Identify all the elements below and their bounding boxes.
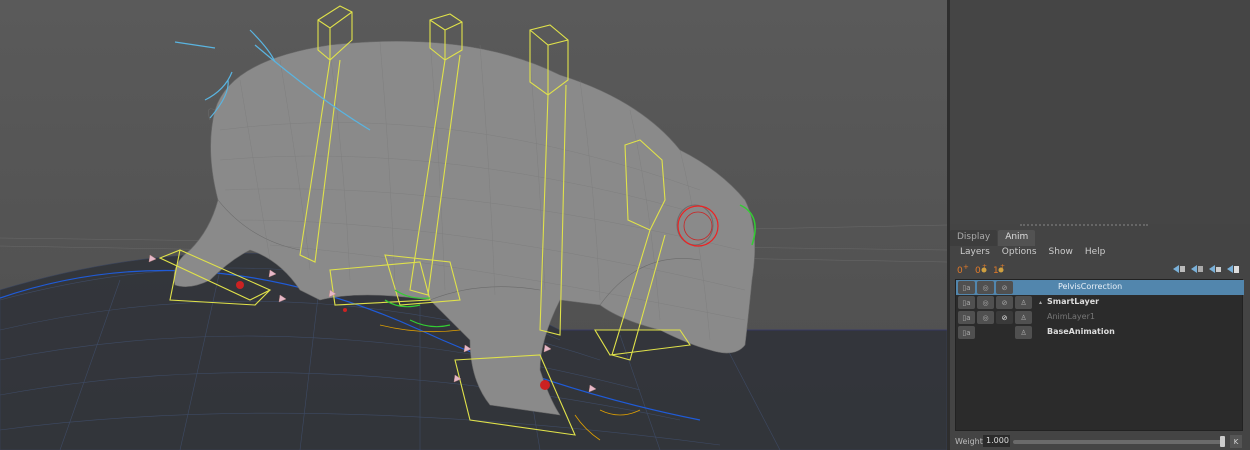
viewport-3d[interactable] <box>0 0 947 450</box>
layer-row-pelviscorrection[interactable]: ▯a ◎ ⊘ PelvisCorrection <box>956 280 1244 295</box>
mute-icon[interactable]: ⊘ <box>996 296 1013 309</box>
ghost-icon[interactable]: ♙ <box>1015 296 1032 309</box>
new-override-layer-icon[interactable]: 1 + <box>992 263 1006 275</box>
layer-name: PelvisCorrection <box>1058 282 1123 291</box>
select-objects-icon[interactable] <box>1208 263 1222 275</box>
move-layer-down-icon[interactable] <box>1190 263 1204 275</box>
ghost-icon[interactable]: ♙ <box>1015 311 1032 324</box>
scene-render <box>0 5 947 450</box>
svg-text:+: + <box>982 263 987 270</box>
new-empty-layer-icon[interactable]: 0 + <box>956 263 970 275</box>
lock-icon[interactable]: ▯a <box>958 311 975 324</box>
lock-icon[interactable]: ▯a <box>958 296 975 309</box>
move-layer-up-icon[interactable] <box>1172 263 1186 275</box>
solo-icon[interactable]: ◎ <box>977 311 994 324</box>
layer-name: AnimLayer1 <box>1047 312 1095 321</box>
svg-text:+: + <box>963 263 969 271</box>
layer-name: BaseAnimation <box>1047 327 1115 336</box>
lock-icon[interactable]: ▯a <box>958 326 975 339</box>
layer-toolbar: 0 + 0 + 1 + <box>950 263 1250 277</box>
menu-options[interactable]: Options <box>1002 247 1037 257</box>
solo-icon[interactable]: ◎ <box>977 296 994 309</box>
layer-editor-menubar: Layers Options Show Help <box>960 247 1105 257</box>
mute-icon[interactable]: ⊘ <box>996 311 1013 324</box>
weight-slider-fill <box>1013 440 1225 444</box>
weight-bar: Weight 1.000 K <box>950 433 1250 450</box>
solo-icon[interactable]: ◎ <box>977 281 994 294</box>
weight-label: Weight <box>955 437 983 446</box>
layer-name: SmartLayer <box>1047 297 1100 306</box>
svg-text:0: 0 <box>975 266 981 275</box>
svg-text:1: 1 <box>993 266 999 275</box>
weight-slider[interactable] <box>1013 436 1225 447</box>
layer-row-baseanimation[interactable]: ▯a ♙ BaseAnimation <box>956 325 1244 340</box>
menu-show[interactable]: Show <box>1049 247 1073 257</box>
layer-row-animlayer1[interactable]: ▯a ◎ ⊘ ♙ AnimLayer1 <box>956 310 1244 325</box>
layer-list[interactable]: ▯a ◎ ⊘ PelvisCorrection ▯a ◎ ⊘ ♙ ▴ Smart… <box>955 279 1244 431</box>
weight-field[interactable]: 1.000 <box>983 435 1010 447</box>
collapse-arrow-icon[interactable]: ▴ <box>1039 299 1042 306</box>
tab-anim[interactable]: Anim <box>998 230 1036 246</box>
layer-editor: Display Anim Layers Options Show Help 0 +… <box>950 228 1250 450</box>
new-layer-from-selected-icon[interactable]: 0 + <box>974 263 988 275</box>
svg-text:+: + <box>1000 263 1005 270</box>
mute-icon[interactable]: ⊘ <box>996 281 1013 294</box>
key-weight-button[interactable]: K <box>1230 435 1242 448</box>
lock-icon[interactable]: ▯a <box>958 281 975 294</box>
menu-layers[interactable]: Layers <box>960 247 990 257</box>
side-panel-top <box>950 0 1250 224</box>
weight-slider-handle[interactable] <box>1220 436 1225 447</box>
layer-editor-tabs: Display Anim <box>950 230 1036 246</box>
tab-display[interactable]: Display <box>950 230 998 246</box>
layer-row-smartlayer[interactable]: ▯a ◎ ⊘ ♙ ▴ SmartLayer <box>956 295 1244 310</box>
ghost-icon[interactable]: ♙ <box>1015 326 1032 339</box>
menu-help[interactable]: Help <box>1085 247 1106 257</box>
zoom-layer-icon[interactable] <box>1226 263 1240 275</box>
